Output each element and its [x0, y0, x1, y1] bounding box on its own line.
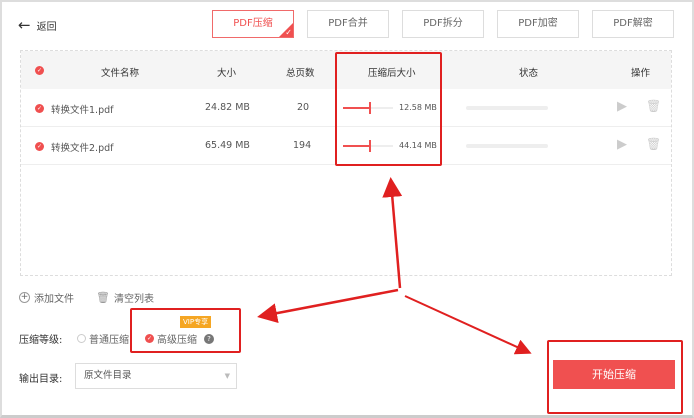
arrow-left: [257, 288, 399, 324]
arrow-right: [404, 295, 532, 355]
arrow-up: [382, 177, 403, 289]
annotation-arrows: [257, 177, 532, 355]
